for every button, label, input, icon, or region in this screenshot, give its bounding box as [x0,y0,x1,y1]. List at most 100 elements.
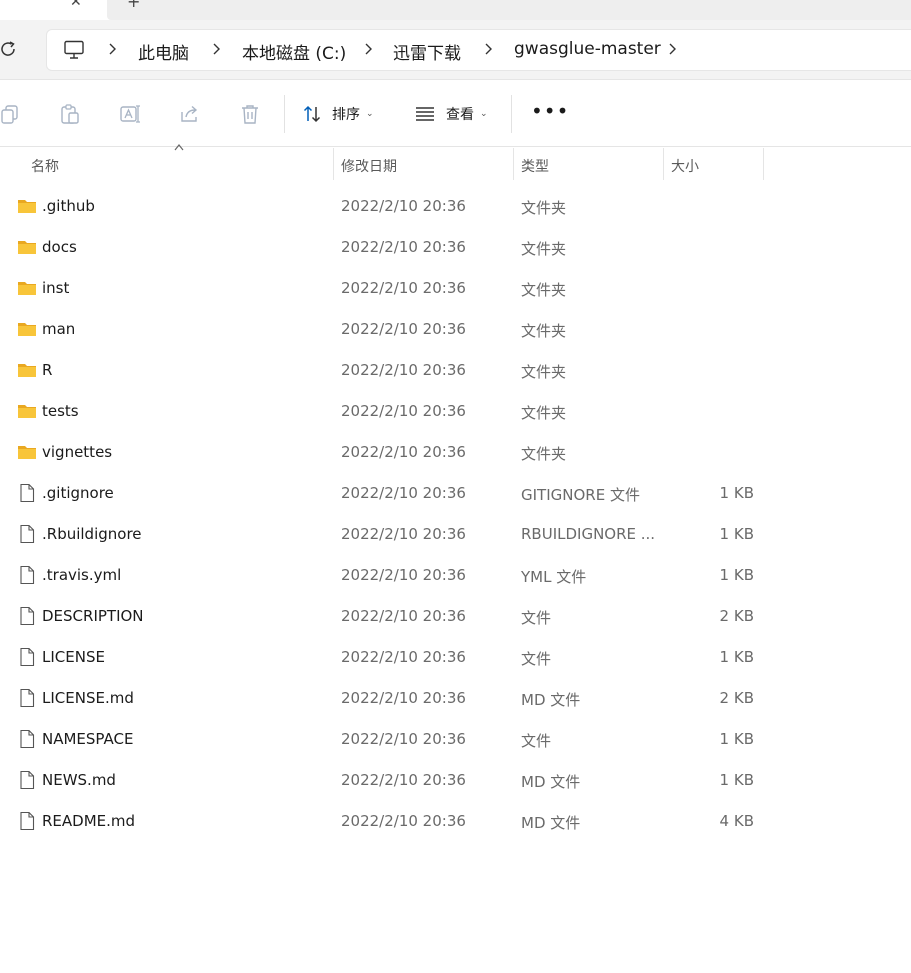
file-row[interactable]: .github 2022/2/10 20:36 文件夹 [0,186,911,227]
file-name: LICENSE [42,648,105,666]
file-name: man [42,320,76,338]
file-name: inst [42,279,70,297]
breadcrumb-xunlei-downloads[interactable]: 迅雷下载 [393,39,461,64]
file-size: 1 KB [719,566,754,584]
file-icon [20,770,35,790]
new-tab-button[interactable]: + [127,0,140,11]
file-name: .gitignore [42,484,114,502]
file-size: 1 KB [719,730,754,748]
file-modified-date: 2022/2/10 20:36 [341,484,466,502]
view-button[interactable]: 查看 ⌄ [414,101,488,127]
file-row[interactable]: .gitignore 2022/2/10 20:36 GITIGNORE 文件 1 K… [0,473,911,514]
file-name: vignettes [42,443,113,461]
chevron-right-icon[interactable] [667,42,679,56]
file-size: 1 KB [719,484,754,502]
close-tab-button[interactable]: ✕ [70,0,82,10]
file-type: 文件夹 [521,240,567,258]
file-modified-date: 2022/2/10 20:36 [341,771,466,789]
rename-icon[interactable] [119,103,141,125]
file-modified-date: 2022/2/10 20:36 [341,197,466,215]
file-modified-date: 2022/2/10 20:36 [341,279,466,297]
file-row[interactable]: NEWS.md 2022/2/10 20:36 MD 文件 1 KB [0,760,911,801]
computer-icon[interactable] [63,40,85,60]
column-divider[interactable] [333,148,334,180]
chevron-right-icon[interactable] [483,42,495,56]
file-name: LICENSE.md [42,689,134,707]
folder-icon [18,446,36,459]
chevron-right-icon[interactable] [363,42,375,56]
file-size: 1 KB [719,525,754,543]
file-row[interactable]: vignettes 2022/2/10 20:36 文件夹 [0,432,911,473]
share-icon[interactable] [179,103,201,125]
column-header-name[interactable]: 名称 [31,156,59,188]
folder-icon [18,200,36,213]
column-divider[interactable] [513,148,514,180]
file-row[interactable]: LICENSE 2022/2/10 20:36 文件 1 KB [0,637,911,678]
file-row[interactable]: .travis.yml 2022/2/10 20:36 YML 文件 1 KB [0,555,911,596]
file-type: 文件夹 [521,445,567,463]
file-name: NEWS.md [42,771,116,789]
chevron-down-icon: ⌄ [480,109,488,119]
file-row[interactable]: README.md 2022/2/10 20:36 MD 文件 4 KB [0,801,911,842]
copy-icon[interactable] [0,103,22,125]
file-row[interactable]: DESCRIPTION 2022/2/10 20:36 文件 2 KB [0,596,911,637]
breadcrumb-gwasglue-master[interactable]: gwasglue-master [514,39,661,59]
file-name: DESCRIPTION [42,607,144,625]
sort-label: 排序 [332,107,360,123]
file-modified-date: 2022/2/10 20:36 [341,320,466,338]
sort-button[interactable]: 排序 ⌄ [302,101,374,127]
file-type: 文件夹 [521,363,567,381]
file-modified-date: 2022/2/10 20:36 [341,238,466,256]
file-icon [20,606,35,626]
file-size: 2 KB [719,689,754,707]
column-divider[interactable] [663,148,664,180]
sort-icon [303,105,321,123]
column-header-modified[interactable]: 修改日期 [341,156,397,188]
file-row[interactable]: tests 2022/2/10 20:36 文件夹 [0,391,911,432]
file-type: YML 文件 [521,568,587,586]
file-row[interactable]: R 2022/2/10 20:36 文件夹 [0,350,911,391]
paste-icon[interactable] [59,103,81,125]
breadcrumb-this-pc[interactable]: 此电脑 [138,39,189,64]
file-type: 文件 [521,609,552,627]
file-name: R [42,361,53,379]
file-icon [20,811,35,831]
file-row[interactable]: LICENSE.md 2022/2/10 20:36 MD 文件 2 KB [0,678,911,719]
file-row[interactable]: docs 2022/2/10 20:36 文件夹 [0,227,911,268]
view-icon [416,107,434,121]
column-header-type[interactable]: 类型 [521,156,549,188]
refresh-icon[interactable] [0,39,18,59]
file-name: .Rbuildignore [42,525,142,543]
file-icon [20,729,35,749]
file-icon [20,688,35,708]
file-name: NAMESPACE [42,730,134,748]
column-header-size[interactable]: 大小 [671,156,699,188]
delete-icon[interactable] [239,103,261,125]
file-size: 1 KB [719,648,754,666]
file-modified-date: 2022/2/10 20:36 [341,443,466,461]
file-type: GITIGNORE 文件 [521,486,640,504]
chevron-right-icon[interactable] [211,42,223,56]
file-modified-date: 2022/2/10 20:36 [341,689,466,707]
file-row[interactable]: NAMESPACE 2022/2/10 20:36 文件 1 KB [0,719,911,760]
file-icon [20,524,35,544]
file-size: 1 KB [719,771,754,789]
chevron-right-icon[interactable] [107,42,119,56]
address-bar[interactable]: 此电脑 本地磁盘 (C:) 迅雷下载 gwasglue-master [46,29,911,71]
tab-bar-empty-area [107,0,911,20]
file-row[interactable]: .Rbuildignore 2022/2/10 20:36 RBUILDIGNORE… [0,514,911,555]
file-modified-date: 2022/2/10 20:36 [341,730,466,748]
toolbar-divider [284,95,285,133]
file-row[interactable]: man 2022/2/10 20:36 文件夹 [0,309,911,350]
file-type: 文件夹 [521,199,567,217]
file-name: docs [42,238,77,256]
breadcrumb-local-disk[interactable]: 本地磁盘 (C:) [242,39,346,64]
more-options-button[interactable]: ••• [531,99,569,123]
file-row[interactable]: inst 2022/2/10 20:36 文件夹 [0,268,911,309]
file-modified-date: 2022/2/10 20:36 [341,525,466,543]
file-modified-date: 2022/2/10 20:36 [341,361,466,379]
column-divider[interactable] [763,148,764,180]
address-row: 此电脑 本地磁盘 (C:) 迅雷下载 gwasglue-master [0,20,911,80]
file-modified-date: 2022/2/10 20:36 [341,402,466,420]
file-list: .github 2022/2/10 20:36 文件夹 docs 2022/2/10 2… [0,186,911,842]
